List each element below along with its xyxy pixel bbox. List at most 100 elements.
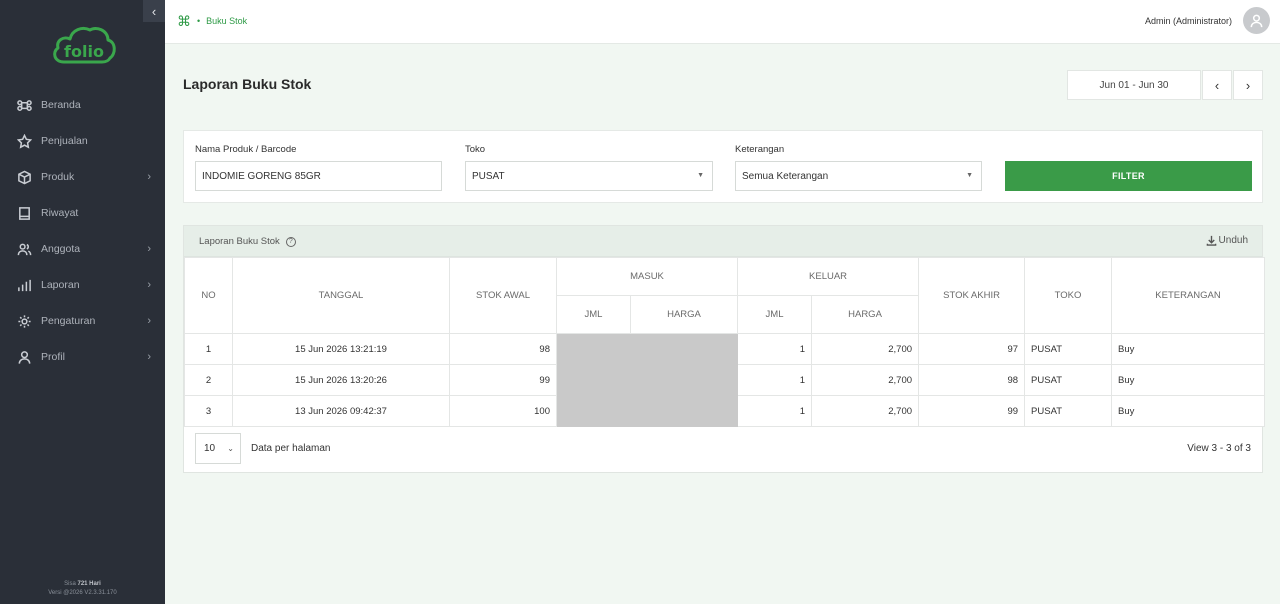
pagination-bar: 10 ⌄ Data per halaman View 3 - 3 of 3 [184, 432, 1262, 472]
report-title-text: Laporan Buku Stok [199, 236, 280, 247]
report-header: Laporan Buku Stok ? Unduh [184, 226, 1262, 257]
note-filter-label: Keterangan [735, 144, 785, 155]
help-icon[interactable]: ? [285, 236, 296, 247]
table-row: 2 15 Jun 2026 13:20:26 99 1 2,700 98 PUS… [184, 364, 1266, 396]
breadcrumb: ⌘ • Buku Stok [177, 14, 247, 28]
sidebar-item-label: Penjualan [41, 135, 88, 147]
column-header-in-qty: JML [556, 295, 631, 334]
cell-store: PUSAT [1024, 333, 1113, 365]
chevron-right-icon: › [147, 351, 151, 363]
cell-opening-stock: 98 [449, 333, 557, 365]
report-panel: Laporan Buku Stok ? Unduh NO TANGGAL STO… [183, 225, 1266, 473]
cell-opening-stock: 100 [449, 395, 557, 427]
logo-text: folio [64, 42, 104, 61]
sidebar-item-laporan[interactable]: Laporan › [0, 267, 165, 303]
cell-note: Buy [1111, 395, 1266, 427]
cell-opening-stock: 99 [449, 364, 557, 396]
breadcrumb-separator: • [197, 16, 201, 26]
cell-out-price: 2,700 [811, 333, 920, 365]
sidebar-item-label: Riwayat [41, 207, 79, 219]
column-header-store: TOKO [1024, 257, 1113, 334]
per-page-label: Data per halaman [251, 443, 331, 454]
sidebar-item-label: Beranda [41, 99, 81, 111]
breadcrumb-current: Buku Stok [206, 16, 248, 26]
column-header-out-price: HARGA [811, 295, 920, 334]
sidebar-item-beranda[interactable]: Beranda [0, 87, 165, 123]
cell-in-qty [556, 364, 631, 396]
next-period-button[interactable]: › [1233, 70, 1263, 100]
sidebar-nav: Beranda Penjualan Produk › Riwayat Anggo… [0, 87, 165, 375]
column-header-opening-stock: STOK AWAL [449, 257, 557, 334]
star-icon [16, 133, 32, 149]
stock-ledger-table: NO TANGGAL STOK AWAL MASUK KELUAR STOK A… [184, 257, 1266, 427]
chevron-right-icon: › [147, 171, 151, 183]
sidebar-item-pengaturan[interactable]: Pengaturan › [0, 303, 165, 339]
cell-no: 1 [184, 333, 233, 365]
column-header-date: TANGGAL [232, 257, 450, 334]
cell-no: 3 [184, 395, 233, 427]
command-icon[interactable]: ⌘ [177, 14, 191, 28]
cell-out-qty: 1 [737, 364, 813, 396]
note-select-value: Semua Keterangan [742, 170, 829, 182]
chevron-down-icon: ⌄ [227, 444, 234, 453]
user-icon [16, 349, 32, 365]
column-header-closing-stock: STOK AKHIR [918, 257, 1026, 334]
sidebar-item-label: Produk [41, 171, 75, 183]
sidebar-item-riwayat[interactable]: Riwayat [0, 195, 165, 231]
sidebar-item-penjualan[interactable]: Penjualan [0, 123, 165, 159]
license-remaining-prefix: Sisa [64, 581, 76, 587]
cell-closing-stock: 98 [918, 364, 1026, 396]
cell-in-price [629, 364, 739, 396]
table-row: 3 13 Jun 2026 09:42:37 100 1 2,700 99 PU… [184, 395, 1266, 427]
sidebar-item-label: Profil [41, 351, 65, 363]
report-title: Laporan Buku Stok ? [199, 236, 296, 247]
license-remaining-days: 721 Hari [77, 581, 101, 587]
page-size-select[interactable]: 10 ⌄ [195, 433, 241, 464]
cell-out-price: 2,700 [811, 364, 920, 396]
download-icon [1206, 235, 1216, 246]
note-select[interactable]: Semua Keterangan ▼ [735, 161, 982, 191]
download-button[interactable]: Unduh [1206, 235, 1248, 246]
product-search-value: INDOMIE GORENG 85GR [202, 170, 321, 182]
cell-store: PUSAT [1024, 364, 1113, 396]
cell-out-qty: 1 [737, 333, 813, 365]
sidebar-item-label: Pengaturan [41, 315, 96, 327]
filter-button[interactable]: FILTER [1005, 161, 1252, 191]
chart-icon [16, 277, 32, 293]
sidebar: ‹ folio Beranda Penjualan Produk › Riway… [0, 0, 165, 604]
column-header-in: MASUK [555, 257, 739, 296]
sidebar-item-produk[interactable]: Produk › [0, 159, 165, 195]
date-range-picker[interactable]: Jun 01 - Jun 30 [1067, 70, 1201, 100]
page-size-value: 10 [204, 443, 216, 454]
product-search-input[interactable]: INDOMIE GORENG 85GR [195, 161, 442, 191]
cell-in-price [629, 333, 739, 365]
settings-icon [16, 313, 32, 329]
book-icon [16, 205, 32, 221]
store-select[interactable]: PUSAT ▼ [465, 161, 713, 191]
sidebar-item-label: Laporan [41, 279, 80, 291]
previous-period-button[interactable]: ‹ [1202, 70, 1232, 100]
cell-closing-stock: 99 [918, 395, 1026, 427]
cell-in-qty [556, 395, 631, 427]
page-title: Laporan Buku Stok [183, 76, 312, 92]
column-header-no: NO [184, 257, 233, 334]
sidebar-item-profil[interactable]: Profil › [0, 339, 165, 375]
view-count: View 3 - 3 of 3 [1187, 443, 1251, 454]
folio-logo: folio [50, 22, 118, 66]
sidebar-footer: Sisa 721 Hari Versi @2026 V2.3.31.170 [0, 580, 165, 598]
sidebar-collapse-button[interactable]: ‹ [143, 0, 165, 22]
users-icon [16, 241, 32, 257]
cell-date: 13 Jun 2026 09:42:37 [232, 395, 450, 427]
column-header-in-price: HARGA [629, 295, 739, 334]
cell-date: 15 Jun 2026 13:21:19 [232, 333, 450, 365]
user-name[interactable]: Admin (Administrator) [1145, 16, 1232, 26]
store-filter-label: Toko [465, 144, 486, 155]
app-version: Versi @2026 V2.3.31.170 [48, 590, 117, 596]
user-avatar-icon [1250, 14, 1263, 28]
product-filter-label: Nama Produk / Barcode [195, 144, 297, 155]
avatar[interactable] [1243, 7, 1270, 34]
cell-date: 15 Jun 2026 13:20:26 [232, 364, 450, 396]
sidebar-item-anggota[interactable]: Anggota › [0, 231, 165, 267]
column-header-out: KELUAR [737, 257, 920, 296]
cell-store: PUSAT [1024, 395, 1113, 427]
